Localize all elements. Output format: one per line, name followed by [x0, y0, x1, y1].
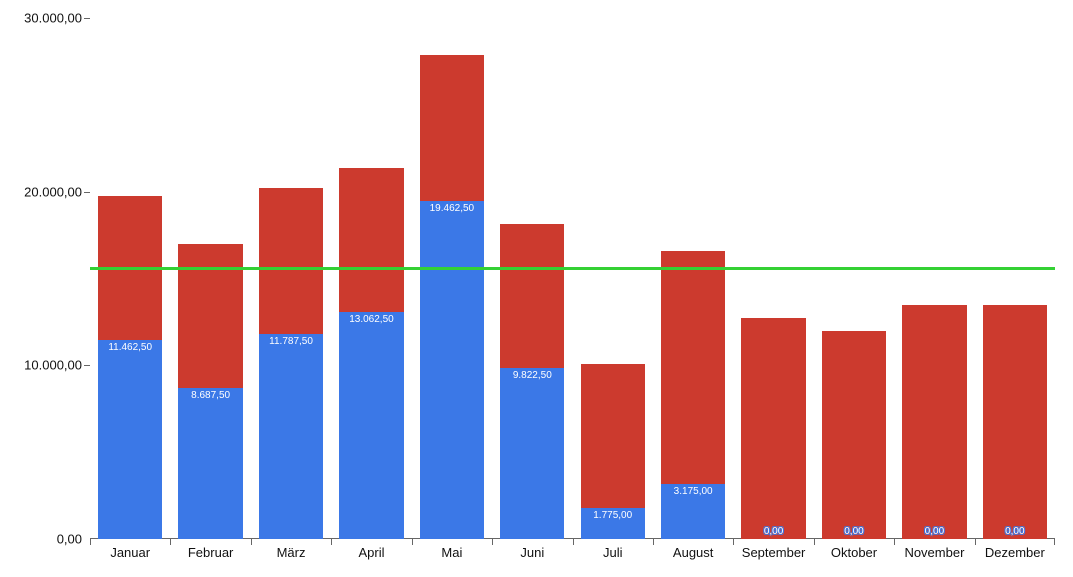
bar-segment-red: [259, 188, 323, 334]
bar-slot: Dezember0,00: [975, 18, 1055, 539]
x-tick-label: April: [358, 539, 384, 560]
x-tick-label: Februar: [188, 539, 234, 560]
plot-area: 0,0010.000,0020.000,0030.000,00Januar11.…: [90, 18, 1055, 539]
x-tick-label: Juni: [520, 539, 544, 560]
bar-segment-red: [500, 224, 564, 368]
bar-segment-blue: 8.687,50: [178, 388, 242, 539]
bar-segment-blue: 9.822,50: [500, 368, 564, 539]
bar-value-label: 11.787,50: [269, 336, 313, 347]
bar-value-label: 8.687,50: [191, 390, 230, 401]
x-tick-label: März: [277, 539, 306, 560]
bar: 13.062,50: [339, 168, 403, 539]
x-tick-label: September: [742, 539, 806, 560]
x-tick-label: Januar: [110, 539, 150, 560]
bar-segment-blue: 19.462,50: [420, 201, 484, 539]
bar: 0,00: [822, 331, 886, 539]
bar-segment-red: [178, 244, 242, 388]
bar: 0,00: [741, 318, 805, 539]
x-tick-label: August: [673, 539, 713, 560]
bar-slot: September0,00: [733, 18, 813, 539]
x-tick-label: Dezember: [985, 539, 1045, 560]
bar: 0,00: [983, 305, 1047, 539]
bar: 8.687,50: [178, 244, 242, 539]
bar-value-label: 1.775,00: [593, 510, 632, 521]
bar-slot: Mai19.462,50: [412, 18, 492, 539]
bar: 0,00: [902, 305, 966, 539]
y-tick-label: 10.000,00: [24, 358, 90, 373]
bar-segment-red: [902, 305, 966, 539]
x-tick-label: Mai: [441, 539, 462, 560]
bar: 11.462,50: [98, 196, 162, 539]
x-tick-label: November: [904, 539, 964, 560]
bar-segment-blue: 3.175,00: [661, 484, 725, 539]
bar-slot: November0,00: [894, 18, 974, 539]
reference-line: [90, 267, 1055, 270]
chart-container: 0,0010.000,0020.000,0030.000,00Januar11.…: [0, 0, 1073, 577]
bar-value-label: 19.462,50: [430, 203, 475, 214]
bar-value-label: 3.175,00: [674, 486, 713, 497]
y-tick-label: 30.000,00: [24, 11, 90, 26]
bar-segment-blue: 1.775,00: [581, 508, 645, 539]
bar-segment-red: [661, 251, 725, 484]
bar-value-label: 13.062,50: [349, 314, 394, 325]
x-tick-label: Oktober: [831, 539, 877, 560]
bar-segment-red: [339, 168, 403, 312]
bar-slot: Februar8.687,50: [170, 18, 250, 539]
bar: 1.775,00: [581, 364, 645, 539]
bar-segment-red: [822, 331, 886, 539]
bar-segment-red: [581, 364, 645, 508]
y-tick-label: 20.000,00: [24, 184, 90, 199]
bar-value-label: 11.462,50: [108, 342, 152, 353]
bar-segment-red: [741, 318, 805, 539]
bar-segment-red: [983, 305, 1047, 539]
bar-slot: Juni9.822,50: [492, 18, 572, 539]
bar-segment-red: [420, 55, 484, 201]
bar-segment-blue: 13.062,50: [339, 312, 403, 539]
bar-slot: August3.175,00: [653, 18, 733, 539]
bar-slot: Oktober0,00: [814, 18, 894, 539]
bar: 11.787,50: [259, 188, 323, 539]
bar-slot: Januar11.462,50: [90, 18, 170, 539]
x-tick-label: Juli: [603, 539, 623, 560]
bar: 3.175,00: [661, 251, 725, 539]
bar-value-label: 9.822,50: [513, 370, 552, 381]
bars-row: Januar11.462,50Februar8.687,50März11.787…: [90, 18, 1055, 539]
bar-segment-blue: 11.787,50: [259, 334, 323, 539]
bar-slot: Juli1.775,00: [573, 18, 653, 539]
bar: 9.822,50: [500, 224, 564, 539]
bar-slot: April13.062,50: [331, 18, 411, 539]
bar-slot: März11.787,50: [251, 18, 331, 539]
bar: 19.462,50: [420, 55, 484, 539]
y-tick-label: 0,00: [57, 532, 90, 547]
bar-segment-blue: 11.462,50: [98, 340, 162, 539]
